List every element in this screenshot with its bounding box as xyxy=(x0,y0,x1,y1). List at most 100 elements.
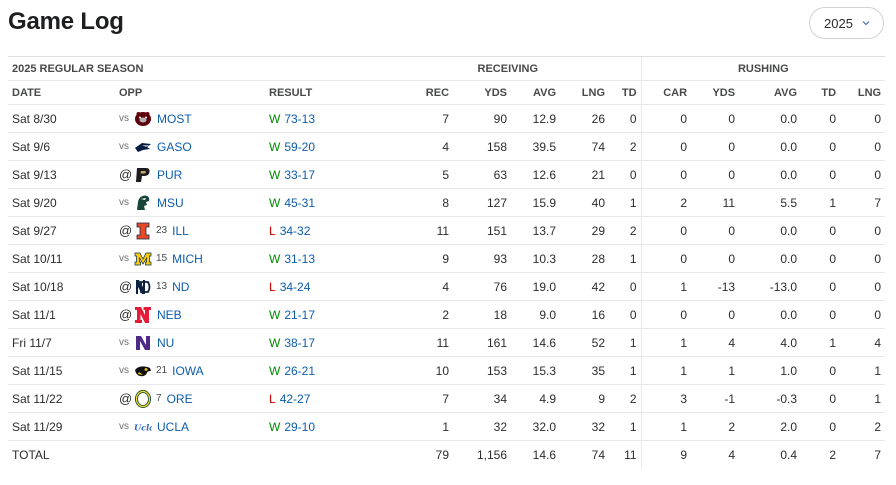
game-score-link[interactable]: 42-27 xyxy=(280,392,311,406)
game-date: Sat 9/13 xyxy=(8,160,115,189)
total-rush-yds: 4 xyxy=(728,447,736,462)
home-away-indicator: @ xyxy=(119,223,133,238)
home-away-indicator: @ xyxy=(119,279,133,294)
season-dropdown-value: 2025 xyxy=(824,15,853,31)
col-header-rec-td: TD xyxy=(609,80,642,105)
total-rush-lng: 7 xyxy=(874,447,882,462)
rec-lng-cell: 32 xyxy=(560,412,610,441)
total-rec-lng: 74 xyxy=(591,447,606,462)
season-dropdown[interactable]: 2025 xyxy=(809,7,884,39)
rec-cell: 2 xyxy=(375,300,454,329)
win-loss-indicator: W xyxy=(269,195,281,210)
result-cell: W 45-31 xyxy=(265,188,376,217)
svg-text:Ucla: Ucla xyxy=(134,422,152,432)
rush-avg-cell: 2.0 xyxy=(739,412,802,441)
rec-lng-cell: 21 xyxy=(560,160,610,189)
rec-td-cell: 1 xyxy=(609,244,642,273)
win-loss-indicator: W xyxy=(269,419,281,434)
opponent-link[interactable]: ORE xyxy=(167,392,193,406)
car-cell: 2 xyxy=(640,188,692,217)
home-away-indicator: vs xyxy=(119,113,129,124)
result-cell: L 34-32 xyxy=(265,216,376,245)
rec-avg-cell: 32.0 xyxy=(511,412,561,441)
opponent-link[interactable]: GASO xyxy=(157,140,192,154)
car-cell: 0 xyxy=(640,216,692,245)
game-row: Sat 10/11 vs 15 MICH W 31-13 9 93 10.3 28 1 0 0 0.0 0 0 xyxy=(8,244,886,273)
total-rec-avg: 14.6 xyxy=(532,447,557,462)
result-cell: W 21-17 xyxy=(265,300,376,329)
rush-yds-cell: 11 xyxy=(691,188,740,217)
home-away-indicator: vs xyxy=(119,197,129,208)
game-score-link[interactable]: 59-20 xyxy=(284,140,315,154)
car-cell: 1 xyxy=(640,412,692,441)
opponent-link[interactable]: UCLA xyxy=(157,420,189,434)
game-score-link[interactable]: 33-17 xyxy=(284,168,315,182)
win-loss-indicator: L xyxy=(269,279,276,294)
rush-avg-cell: 0.0 xyxy=(739,216,802,245)
rush-yds-cell: -1 xyxy=(691,384,740,413)
game-score-link[interactable]: 29-10 xyxy=(284,420,315,434)
col-header-rec-avg: AVG xyxy=(511,80,561,105)
rec-cell: 11 xyxy=(375,216,454,245)
game-date: Sat 9/27 xyxy=(8,216,115,245)
opponent-link[interactable]: NEB xyxy=(157,308,182,322)
rush-td-cell: 0 xyxy=(801,300,841,329)
rush-avg-cell: 0.0 xyxy=(739,132,802,161)
illinois-i-logo xyxy=(134,222,152,240)
game-row: Sat 11/1 @ NEB W 21-17 2 18 9.0 16 0 0 0 0.0 0 0 xyxy=(8,300,886,329)
game-score-link[interactable]: 34-32 xyxy=(280,224,311,238)
home-away-indicator: @ xyxy=(119,307,133,322)
rec-yds-cell: 18 xyxy=(453,300,512,329)
rec-td-cell: 0 xyxy=(609,160,642,189)
rec-yds-cell: 151 xyxy=(453,216,512,245)
rec-cell: 7 xyxy=(375,104,454,133)
rec-avg-cell: 12.6 xyxy=(511,160,561,189)
rec-cell: 9 xyxy=(375,244,454,273)
result-cell: W 26-21 xyxy=(265,356,376,385)
opponent-link[interactable]: MOST xyxy=(157,112,192,126)
rush-td-cell: 0 xyxy=(801,356,841,385)
game-score-link[interactable]: 21-17 xyxy=(284,308,315,322)
opponent-link[interactable]: MICH xyxy=(172,252,203,266)
total-rec-td: 11 xyxy=(624,447,637,462)
game-score-link[interactable]: 31-13 xyxy=(284,252,315,266)
opponent-link[interactable]: NU xyxy=(157,336,174,350)
col-header-rush-avg: AVG xyxy=(739,80,802,105)
rec-cell: 5 xyxy=(375,160,454,189)
rec-avg-cell: 12.9 xyxy=(511,104,561,133)
game-row: Sat 11/29vsUclaUCLAW29-1013232.0321122.0… xyxy=(8,412,886,441)
opponent-link[interactable]: ND xyxy=(172,280,189,294)
game-score-link[interactable]: 73-13 xyxy=(284,112,315,126)
rec-td-cell: 2 xyxy=(609,132,642,161)
rush-lng-cell: 0 xyxy=(840,132,886,161)
game-score-link[interactable]: 38-17 xyxy=(284,336,315,350)
rush-yds-cell: 0 xyxy=(691,300,740,329)
win-loss-indicator: W xyxy=(269,251,281,266)
rec-td-cell: 2 xyxy=(609,216,642,245)
win-loss-indicator: W xyxy=(269,335,281,350)
game-log-table: 2025 REGULAR SEASON RECEIVING RUSHING DA… xyxy=(8,56,886,469)
opponent-cell: @ NEB xyxy=(115,300,265,329)
rec-yds-cell: 76 xyxy=(453,272,512,301)
rec-lng-cell: 9 xyxy=(560,384,610,413)
rush-yds-cell: 0 xyxy=(691,104,740,133)
opponent-link[interactable]: IOWA xyxy=(172,364,204,378)
rush-yds-cell: 1 xyxy=(691,356,740,385)
rush-lng-cell: 4 xyxy=(840,328,886,357)
rec-yds-cell: 158 xyxy=(453,132,512,161)
game-score-link[interactable]: 26-21 xyxy=(284,364,315,378)
rec-lng-cell: 40 xyxy=(560,188,610,217)
opponent-rank: 7 xyxy=(156,393,162,404)
opponent-link[interactable]: MSU xyxy=(157,196,184,210)
rec-lng-cell: 16 xyxy=(560,300,610,329)
rush-td-cell: 0 xyxy=(801,132,841,161)
game-date: Sat 10/18 xyxy=(8,272,115,301)
result-cell: L 42-27 xyxy=(265,384,376,413)
game-row: Sat 10/18 @13 ND L 34-24 4 76 19.0 42 0 1 -13 -13.0 0… xyxy=(8,272,886,301)
opponent-link[interactable]: PUR xyxy=(157,168,182,182)
opponent-rank: 13 xyxy=(156,281,168,292)
game-score-link[interactable]: 34-24 xyxy=(280,280,311,294)
game-score-link[interactable]: 45-31 xyxy=(284,196,315,210)
opponent-link[interactable]: ILL xyxy=(172,224,189,238)
rush-td-cell: 0 xyxy=(801,244,841,273)
